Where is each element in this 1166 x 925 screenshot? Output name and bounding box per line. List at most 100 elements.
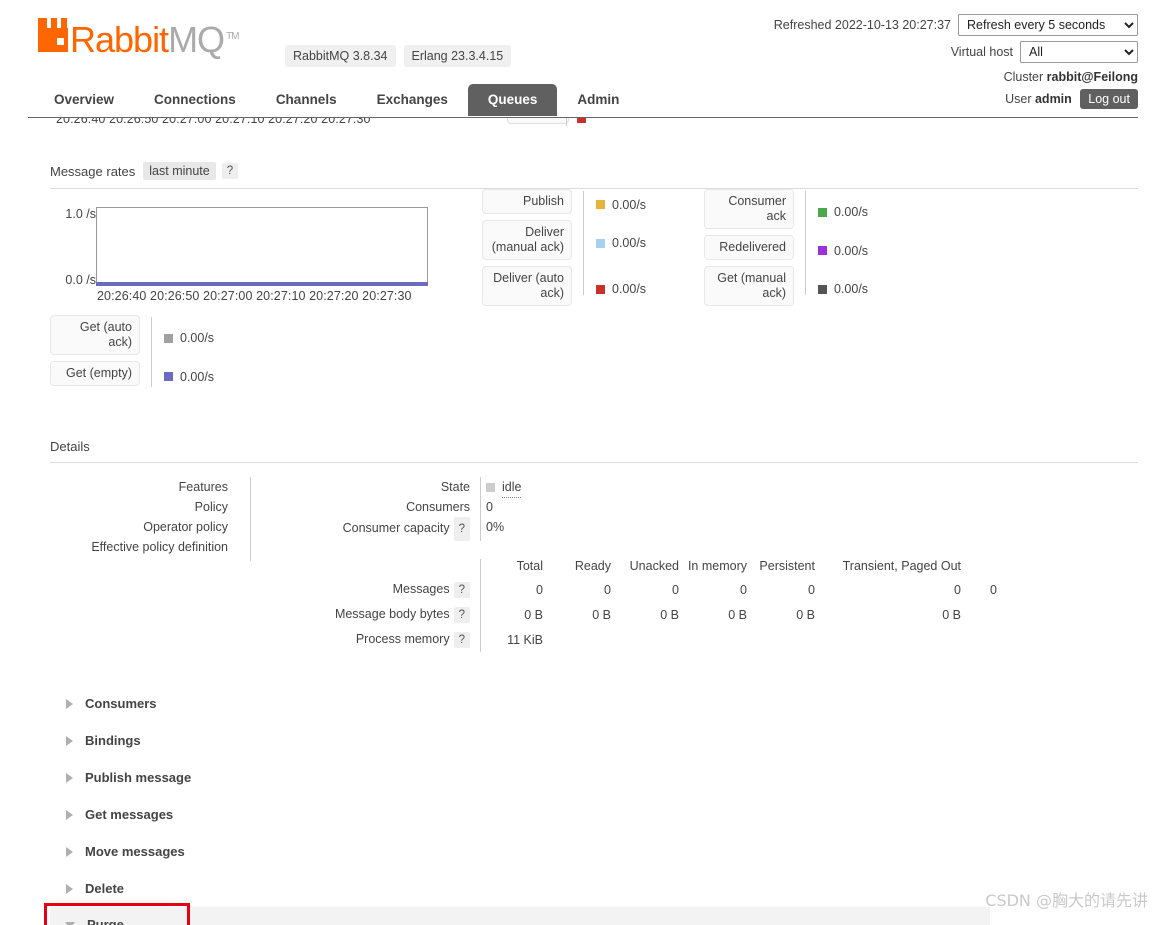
stats-row-messages: Messages? 0 0 0 0 0 0 0 bbox=[280, 577, 997, 602]
rate-button-get-empty[interactable]: Get (empty) bbox=[50, 361, 140, 386]
chevron-right-icon bbox=[66, 735, 73, 746]
tab-queues[interactable]: Queues bbox=[467, 84, 558, 116]
stats-cell: 0 bbox=[672, 582, 679, 597]
logo-trademark: TM bbox=[226, 31, 239, 42]
stats-cell: 0 B bbox=[942, 607, 961, 622]
stats-label-text: Process memory bbox=[355, 631, 450, 646]
cluster-label: Cluster bbox=[1003, 70, 1044, 84]
version-pills: RabbitMQ 3.8.34 Erlang 23.3.4.15 bbox=[285, 45, 512, 67]
state-label-consumers: Consumers bbox=[280, 497, 470, 517]
section-move-messages[interactable]: Move messages bbox=[50, 833, 1138, 870]
logo-text-rabbit: Rabbit bbox=[70, 19, 169, 60]
rate-button-deliver-auto-ack[interactable]: Deliver (auto ack) bbox=[482, 266, 572, 306]
chevron-right-icon bbox=[66, 809, 73, 820]
stats-cell: 0 B bbox=[728, 607, 747, 622]
rate-button-consumer-ack[interactable]: Consumer ack bbox=[704, 189, 794, 229]
rate-value-text: 0.00/s bbox=[180, 369, 215, 384]
user-label: User bbox=[1005, 92, 1032, 106]
stats-cell: 0 B bbox=[592, 607, 611, 622]
chevron-right-icon bbox=[66, 846, 73, 857]
section-label: Get messages bbox=[85, 807, 174, 822]
stats-header-row: Total Ready Unacked In memory Persistent… bbox=[280, 559, 997, 577]
peek-legend-swatch bbox=[577, 118, 586, 123]
stats-col-total: Total bbox=[516, 559, 543, 573]
detail-label-policy: Policy bbox=[194, 500, 228, 514]
queue-state-values: idle 0 0% bbox=[486, 477, 522, 537]
stats-cell: 0 B bbox=[660, 607, 679, 622]
detail-label-features: Features bbox=[178, 480, 228, 494]
legend-swatch-icon bbox=[596, 284, 605, 294]
rate-button-redelivered[interactable]: Redelivered bbox=[704, 235, 794, 260]
state-value-text: 0% bbox=[486, 520, 505, 534]
help-icon-messages[interactable]: ? bbox=[453, 581, 470, 598]
main-content: Message rates last minute ? 1.0 /s 0.0 /… bbox=[0, 118, 1166, 925]
help-icon-process-memory[interactable]: ? bbox=[453, 631, 470, 648]
rate-button-deliver-manual-ack[interactable]: Deliver (manual ack) bbox=[482, 220, 572, 260]
rate-value-text: 0.00/s bbox=[612, 197, 647, 212]
rate-value-redelivered: 0.00/s bbox=[818, 235, 868, 266]
section-delete[interactable]: Delete bbox=[50, 870, 1138, 907]
rabbitmq-logo[interactable]: RabbitMQ TM bbox=[38, 18, 240, 60]
stats-cell: 0 bbox=[740, 582, 747, 597]
refresh-interval-select[interactable]: Refresh every 5 secondsRefresh every 10 … bbox=[958, 14, 1138, 36]
refreshed-timestamp: Refreshed 2022-10-13 20:27:37 bbox=[773, 18, 951, 32]
section-label: Delete bbox=[85, 881, 125, 896]
stats-cell: 0 bbox=[604, 582, 611, 597]
purge-section: Purge Purge Messages 删除队列中的所有消息 bbox=[44, 903, 1138, 925]
section-label: Bindings bbox=[85, 733, 141, 748]
state-value-state: idle bbox=[486, 477, 522, 498]
section-bindings[interactable]: Bindings bbox=[50, 722, 1138, 759]
rates-period-chip[interactable]: last minute bbox=[143, 162, 216, 180]
chevron-right-icon bbox=[66, 698, 73, 709]
detail-label-operator-policy: Operator policy bbox=[143, 520, 228, 534]
message-rates-title: Message rates bbox=[50, 163, 136, 179]
chart-zero-series-line bbox=[96, 282, 428, 286]
state-value-consumers: 0 bbox=[486, 497, 521, 517]
rate-value-text: 0.00/s bbox=[612, 236, 647, 250]
rate-value-consumer-ack: 0.00/s bbox=[818, 189, 868, 235]
stats-cell bbox=[549, 627, 617, 652]
tab-overview[interactable]: Overview bbox=[34, 84, 134, 116]
tab-connections[interactable]: Connections bbox=[134, 84, 256, 116]
section-get-messages[interactable]: Get messages bbox=[50, 796, 1138, 833]
help-icon-message-body-bytes[interactable]: ? bbox=[453, 606, 470, 623]
message-rates-help-icon[interactable]: ? bbox=[221, 163, 239, 179]
label-text: State bbox=[440, 480, 470, 494]
rate-value-deliver-manual-ack: 0.00/s bbox=[596, 220, 646, 266]
rate-button-get-auto-ack[interactable]: Get (auto ack) bbox=[50, 315, 140, 355]
help-icon-consumer-capacity[interactable]: ? bbox=[453, 517, 470, 541]
stats-row-process-memory: Process memory? 11 KiB bbox=[280, 627, 997, 652]
section-publish-message[interactable]: Publish message bbox=[50, 759, 1138, 796]
section-label: Consumers bbox=[85, 696, 157, 711]
rate-value-text: 0.00/s bbox=[834, 205, 869, 219]
stats-cell: 0 bbox=[536, 582, 543, 597]
user-info: User admin Log out bbox=[774, 89, 1138, 109]
chart-y-min-label: 0.0 /s bbox=[65, 273, 96, 287]
section-consumers[interactable]: Consumers bbox=[50, 685, 1138, 722]
erlang-version-pill: Erlang 23.3.4.15 bbox=[403, 45, 512, 67]
queue-state-labels: State Consumers Consumer capacity? bbox=[280, 477, 470, 541]
label-text: Consumer capacity bbox=[342, 521, 450, 535]
stats-label-text: Messages bbox=[392, 581, 450, 596]
tab-channels[interactable]: Channels bbox=[256, 84, 357, 116]
tab-exchanges[interactable]: Exchanges bbox=[357, 84, 468, 116]
state-value-text: idle bbox=[502, 477, 522, 498]
section-label: Publish message bbox=[85, 770, 192, 785]
stats-cell-extra bbox=[967, 602, 997, 627]
cluster-name: rabbit@Feilong bbox=[1046, 70, 1138, 84]
header-divider bbox=[28, 117, 1138, 118]
rate-button-get-manual-ack[interactable]: Get (manual ack) bbox=[704, 266, 794, 306]
rates-legend-group-2: Consumer ack Redelivered Get (manual ack) … bbox=[704, 189, 868, 312]
state-value-text: 0 bbox=[486, 500, 493, 514]
purge-section-header[interactable]: Purge bbox=[50, 907, 990, 925]
tab-admin[interactable]: Admin bbox=[557, 84, 639, 116]
logout-button[interactable]: Log out bbox=[1080, 89, 1138, 109]
rate-button-publish[interactable]: Publish bbox=[482, 189, 572, 214]
legend-swatch-icon bbox=[164, 333, 173, 343]
csdn-watermark: CSDN @胸大的请先讲 bbox=[985, 891, 1148, 910]
stats-col-in-memory: In memory bbox=[687, 559, 747, 573]
chart-y-max-label: 1.0 /s bbox=[65, 207, 96, 221]
stats-col-persistent: Persistent bbox=[759, 559, 815, 573]
rate-value-text: 0.00/s bbox=[612, 282, 647, 296]
vhost-select[interactable]: All/ bbox=[1020, 41, 1138, 63]
